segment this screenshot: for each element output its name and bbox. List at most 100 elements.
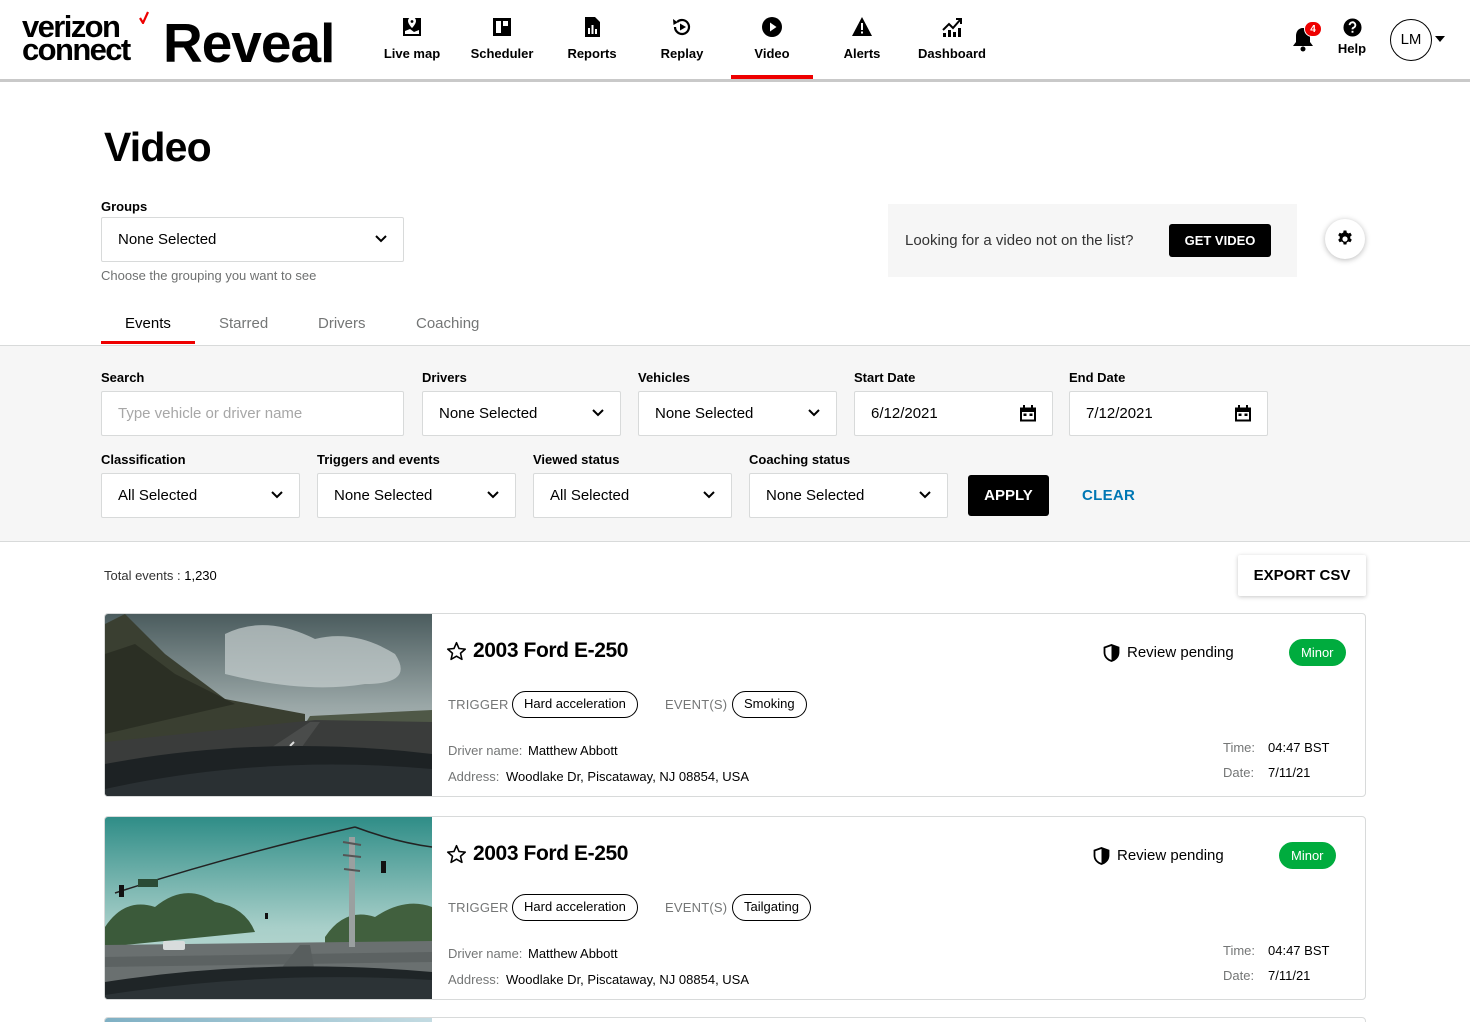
address-value: Woodlake Dr, Piscataway, NJ 08854, USA <box>506 972 750 987</box>
triggers-select-value: None Selected <box>334 487 433 504</box>
help-icon <box>1342 18 1362 37</box>
help-label: Help <box>1337 41 1367 56</box>
search-input[interactable]: Type vehicle or driver name <box>101 391 404 436</box>
vehicles-select-value: None Selected <box>655 405 754 422</box>
chevron-down-icon <box>703 491 715 499</box>
nav-reports[interactable]: Reports <box>547 16 637 78</box>
classification-select-value: All Selected <box>118 487 198 504</box>
date-value: 7/11/21 <box>1268 968 1311 983</box>
time-label: Time: <box>1223 740 1256 755</box>
gear-icon <box>1338 230 1352 245</box>
review-status: Review pending <box>1093 847 1233 867</box>
chevron-down-icon <box>592 409 604 417</box>
chevron-down-icon <box>271 491 283 499</box>
star-icon[interactable] <box>446 844 467 865</box>
video-thumbnail[interactable] <box>105 817 432 999</box>
tab-events[interactable]: Events <box>125 315 171 332</box>
chevron-down-icon <box>375 235 387 243</box>
start-date-label: Start Date <box>854 370 916 385</box>
trigger-pill: Hard acceleration <box>512 691 638 718</box>
vehicles-select[interactable]: None Selected <box>638 391 837 436</box>
review-status-text: Review pending <box>1117 847 1224 864</box>
scheduler-icon <box>493 18 511 36</box>
nav-replay[interactable]: Replay <box>637 16 727 78</box>
event-card[interactable]: 2003 Ford E-250 TRIGGER Hard acceleratio… <box>104 613 1366 797</box>
calendar-icon[interactable] <box>1234 405 1252 422</box>
viewed-status-select-value: All Selected <box>550 487 630 504</box>
alert-icon <box>852 17 872 36</box>
chevron-down-icon[interactable] <box>1435 36 1445 42</box>
date-value: 7/11/21 <box>1268 765 1311 780</box>
apply-button[interactable]: APPLY <box>968 475 1049 516</box>
settings-button[interactable] <box>1325 219 1365 259</box>
event-pill: Smoking <box>732 691 807 718</box>
dashboard-icon <box>942 18 962 37</box>
viewed-status-label: Viewed status <box>533 452 620 467</box>
chevron-down-icon <box>808 409 820 417</box>
nav-video[interactable]: Video <box>727 16 817 79</box>
event-card[interactable] <box>104 1017 1366 1022</box>
events-label: EVENT(S) <box>665 697 728 712</box>
end-date-label: End Date <box>1069 370 1126 385</box>
play-icon <box>762 17 782 37</box>
get-video-panel: Looking for a video not on the list? GET… <box>888 204 1297 277</box>
end-date-input[interactable]: 7/12/2021 <box>1069 391 1268 436</box>
nav-dashboard[interactable]: Dashboard <box>907 16 997 78</box>
review-status: Review pending <box>1103 644 1243 664</box>
classification-label: Classification <box>101 452 186 467</box>
start-date-value: 6/12/2021 <box>871 405 938 422</box>
tab-coaching[interactable]: Coaching <box>416 315 479 332</box>
active-tab-indicator <box>101 341 195 344</box>
video-thumbnail[interactable] <box>105 614 432 796</box>
shield-icon <box>1093 847 1110 865</box>
nav-live-map[interactable]: Live map <box>367 16 457 78</box>
tab-starred[interactable]: Starred <box>219 315 268 332</box>
verizon-connect-wordmark: verizon connect <box>22 11 149 65</box>
time-value: 04:47 BST <box>1268 740 1330 755</box>
total-events: Total events : 1,230 <box>104 568 217 583</box>
clear-button[interactable]: CLEAR <box>1082 487 1135 504</box>
get-video-button[interactable]: GET VIDEO <box>1169 224 1271 257</box>
calendar-icon[interactable] <box>1019 405 1037 422</box>
events-label: EVENT(S) <box>665 900 728 915</box>
vehicles-label: Vehicles <box>638 370 691 385</box>
video-thumbnail[interactable] <box>105 1018 432 1022</box>
tab-drivers[interactable]: Drivers <box>318 315 366 332</box>
drivers-select-value: None Selected <box>439 405 538 422</box>
report-icon <box>585 17 600 37</box>
top-navigation-bar: verizon connect Reveal Live map Schedule… <box>0 0 1470 82</box>
help-button[interactable]: Help <box>1334 18 1370 56</box>
groups-select[interactable]: None Selected <box>101 217 404 262</box>
star-icon[interactable] <box>446 641 467 662</box>
trigger-label: TRIGGER <box>448 697 509 712</box>
driver-name-label: Driver name: <box>448 743 523 758</box>
chevron-down-icon <box>919 491 931 499</box>
severity-badge: Minor <box>1289 639 1346 666</box>
event-pill: Tailgating <box>732 894 811 921</box>
vehicle-name[interactable]: 2003 Ford E-250 <box>473 842 628 866</box>
start-date-input[interactable]: 6/12/2021 <box>854 391 1053 436</box>
groups-select-value: None Selected <box>118 231 217 248</box>
drivers-select[interactable]: None Selected <box>422 391 621 436</box>
user-avatar[interactable]: LM <box>1390 19 1432 61</box>
event-card[interactable]: 2003 Ford E-250 TRIGGER Hard acceleratio… <box>104 816 1366 1000</box>
export-csv-button[interactable]: EXPORT CSV <box>1238 555 1366 596</box>
triggers-select[interactable]: None Selected <box>317 473 516 518</box>
end-date-value: 7/12/2021 <box>1086 405 1153 422</box>
viewed-status-select[interactable]: All Selected <box>533 473 732 518</box>
address-label: Address: <box>448 972 500 987</box>
search-label: Search <box>101 370 145 385</box>
classification-select[interactable]: All Selected <box>101 473 300 518</box>
total-events-label: Total events : <box>104 568 181 583</box>
reveal-wordmark: Reveal <box>163 12 335 74</box>
shield-icon <box>1103 644 1120 662</box>
nav-scheduler[interactable]: Scheduler <box>457 16 547 78</box>
groups-helper-text: Choose the grouping you want to see <box>101 268 317 283</box>
get-video-prompt: Looking for a video not on the list? <box>905 232 1134 249</box>
time-value: 04:47 BST <box>1268 943 1330 958</box>
groups-label: Groups <box>101 199 148 214</box>
nav-alerts[interactable]: Alerts <box>817 16 907 78</box>
vehicle-name[interactable]: 2003 Ford E-250 <box>473 639 628 663</box>
coaching-status-select[interactable]: None Selected <box>749 473 948 518</box>
map-pin-icon <box>403 17 421 36</box>
